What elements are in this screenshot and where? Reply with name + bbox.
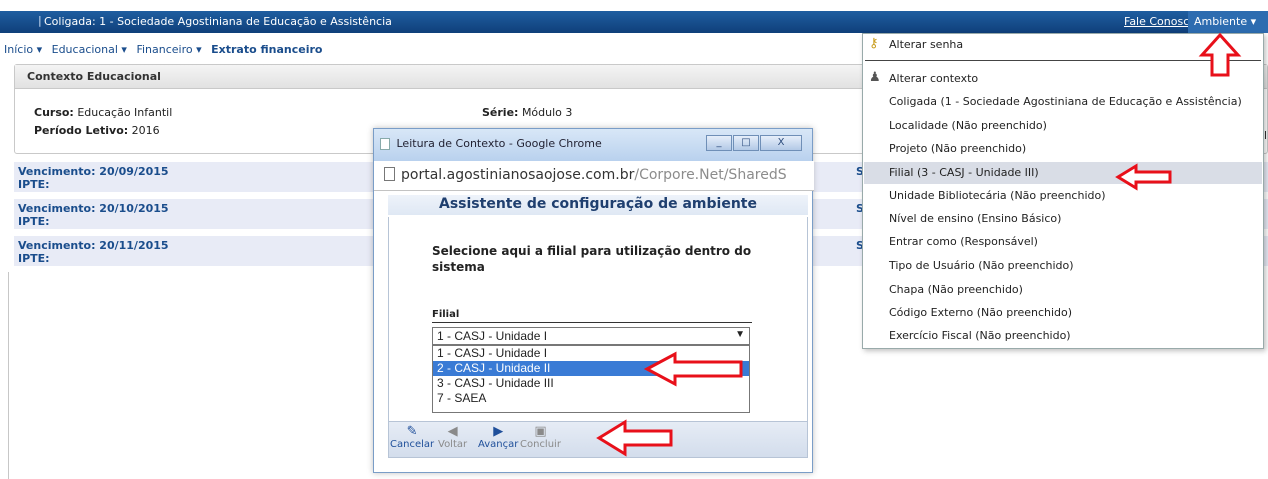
- maximize-button[interactable]: □: [733, 135, 759, 151]
- cancel-icon: ✎: [406, 424, 418, 439]
- curso-row: Curso: Educação Infantil: [34, 106, 172, 119]
- alterar-contexto-item[interactable]: Alterar contexto: [889, 68, 978, 90]
- top-bar: | Coligada: 1 - Sociedade Agostiniana de…: [0, 11, 1268, 33]
- avancar-label: Avançar: [478, 439, 519, 450]
- filial-selected-value: 1 - CASJ - Unidade I: [437, 329, 548, 343]
- url-path: /Corpore.Net/SharedS: [634, 167, 787, 183]
- filial-divider: [432, 322, 752, 323]
- window-controls: _ □ X: [705, 135, 802, 151]
- filial-select[interactable]: 1 - CASJ - Unidade I ▼: [432, 327, 750, 345]
- address-bar[interactable]: portal.agostinianosaojose.com.br/Corpore…: [374, 161, 814, 191]
- context-item-entrar-como[interactable]: Entrar como (Responsável): [889, 231, 1038, 253]
- save-icon: ▣: [534, 424, 547, 439]
- menu-inicio[interactable]: Início ▾: [4, 43, 42, 56]
- dialog-titlebar[interactable]: Leitura de Contexto - Google Chrome _ □ …: [374, 129, 812, 161]
- filial-label: Filial: [432, 309, 460, 320]
- serie-value: Módulo 3: [521, 106, 573, 119]
- separator: |: [38, 14, 42, 27]
- serie-row: Série: Módulo 3: [482, 106, 572, 119]
- menu-financeiro[interactable]: Financeiro ▾: [136, 43, 201, 56]
- context-item-localidade[interactable]: Localidade (Não preenchido): [889, 115, 1047, 137]
- menu-educacional[interactable]: Educacional ▾: [52, 43, 127, 56]
- alterar-senha-item[interactable]: Alterar senha: [889, 34, 963, 56]
- voltar-label: Voltar: [438, 439, 468, 450]
- dialog-window-title: Leitura de Contexto - Google Chrome: [396, 137, 602, 150]
- annotation-arrow-left-icon: [643, 351, 743, 387]
- coligada-label: Coligada: 1 - Sociedade Agostiniana de E…: [44, 15, 392, 28]
- leitura-contexto-dialog: Leitura de Contexto - Google Chrome _ □ …: [373, 128, 814, 473]
- document-icon: [384, 167, 395, 181]
- filial-option[interactable]: 7 - SAEA: [433, 391, 749, 406]
- forward-arrow-icon: ▶: [493, 424, 504, 439]
- cancelar-button[interactable]: ✎ Cancelar: [390, 424, 435, 451]
- instruction-text: Selecione aqui a filial para utilização …: [432, 244, 752, 274]
- concluir-button[interactable]: ▣ Concluir: [520, 424, 561, 451]
- periodo-value: 2016: [131, 124, 160, 137]
- periodo-row: Período Letivo: 2016: [34, 124, 160, 137]
- url-host: portal.agostinianosaojose.com.br: [401, 167, 635, 183]
- dropdown-arrow-icon: ▼: [735, 329, 745, 340]
- ambiente-menu-button[interactable]: Ambiente ▾: [1188, 11, 1268, 33]
- minimize-button[interactable]: _: [706, 135, 732, 151]
- assistant-title: Assistente de configuração de ambiente: [388, 195, 808, 215]
- periodo-label: Período Letivo:: [34, 124, 129, 137]
- annotation-arrow-up-icon: [1198, 32, 1242, 77]
- voltar-button[interactable]: ◀ Voltar: [438, 424, 468, 451]
- concluir-label: Concluir: [520, 439, 561, 450]
- vencimento-label: Vencimento: 20/10/2015: [18, 202, 169, 215]
- vencimento-label: Vencimento: 20/09/2015: [18, 165, 169, 178]
- vencimento-label: Vencimento: 20/11/2015: [18, 239, 169, 252]
- context-item-tipo-usuario[interactable]: Tipo de Usuário (Não preenchido): [889, 255, 1074, 277]
- curso-label: Curso:: [34, 106, 74, 119]
- clipped-text: l: [1264, 129, 1268, 142]
- serie-label: Série:: [482, 106, 519, 119]
- context-item-unidade-bibliotecaria[interactable]: Unidade Bibliotecária (Não preenchido): [889, 185, 1106, 207]
- context-icon: ♟: [869, 70, 881, 85]
- context-item-chapa[interactable]: Chapa (Não preenchido): [889, 279, 1023, 301]
- annotation-arrow-left-icon: [596, 419, 673, 457]
- cancelar-label: Cancelar: [390, 439, 435, 450]
- annotation-arrow-left-icon: [1115, 163, 1172, 191]
- context-item-exercicio-fiscal[interactable]: Exercício Fiscal (Não preenchido): [889, 325, 1071, 347]
- ambiente-dropdown: ⚷ Alterar senha ♟ Alterar contexto Colig…: [862, 33, 1264, 349]
- context-item-codigo-externo[interactable]: Código Externo (Não preenchido): [889, 302, 1072, 324]
- breadcrumb-extrato: Extrato financeiro: [211, 43, 323, 56]
- curso-value: Educação Infantil: [77, 106, 173, 119]
- key-icon: ⚷: [869, 36, 879, 51]
- fale-conosco-link[interactable]: Fale Conosco: [1124, 15, 1196, 28]
- context-item-filial[interactable]: Filial (3 - CASJ - Unidade III): [889, 162, 1039, 184]
- back-arrow-icon: ◀: [447, 424, 458, 439]
- avancar-button[interactable]: ▶ Avançar: [478, 424, 519, 451]
- context-item-coligada[interactable]: Coligada (1 - Sociedade Agostiniana de E…: [889, 91, 1242, 113]
- close-button[interactable]: X: [760, 135, 802, 151]
- divider: [8, 272, 9, 479]
- page-icon: [380, 138, 390, 150]
- context-item-projeto[interactable]: Projeto (Não preenchido): [889, 138, 1026, 160]
- context-item-nivel-ensino[interactable]: Nível de ensino (Ensino Básico): [889, 208, 1061, 230]
